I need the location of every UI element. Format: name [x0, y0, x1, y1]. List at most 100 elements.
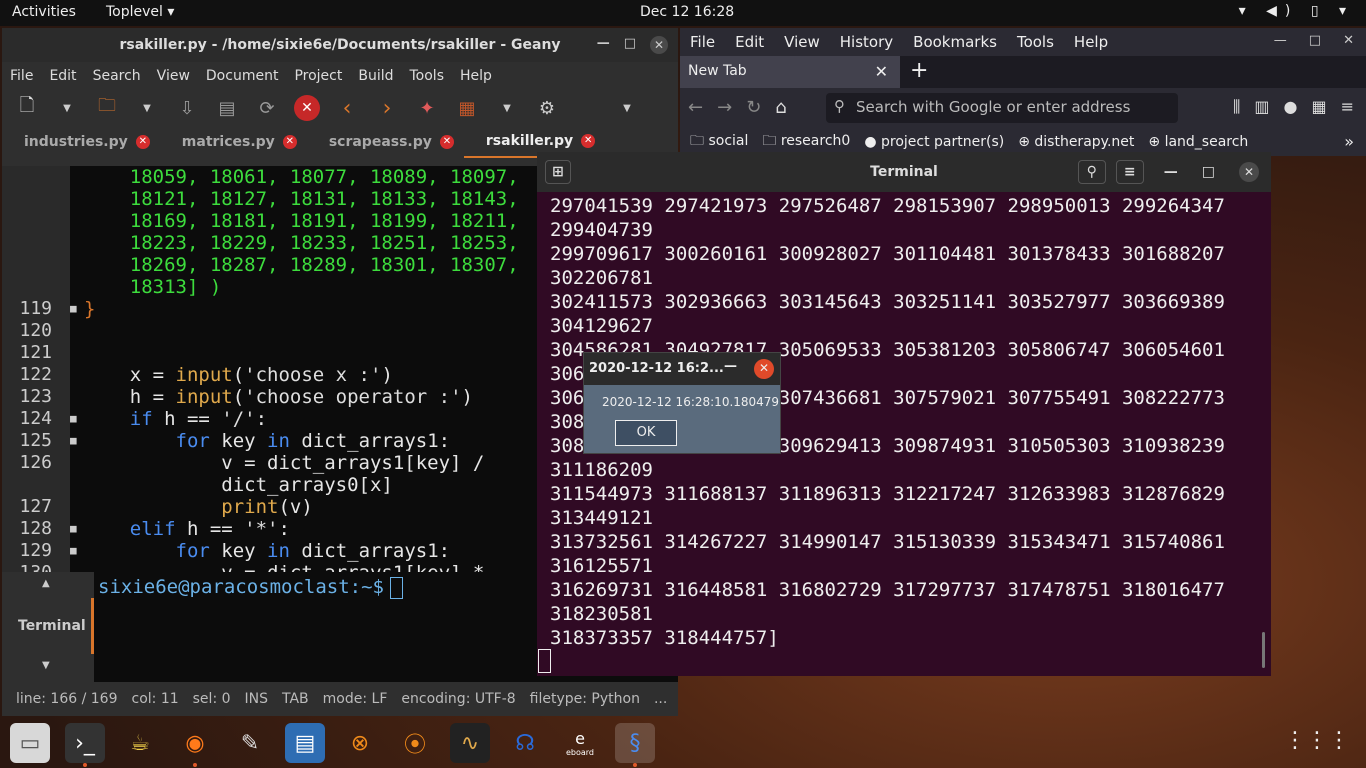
scroll-up-icon[interactable]: ▲	[42, 578, 50, 589]
bookmark-social[interactable]: 🗀 social	[690, 130, 748, 154]
eboard-icon[interactable]: e eboard	[560, 723, 600, 763]
activities-button[interactable]: Activities	[12, 4, 76, 20]
fold-marker-icon[interactable]: ■	[70, 518, 77, 540]
files-icon[interactable]: ▭	[10, 723, 50, 763]
chevron-down-icon[interactable]: ▼	[134, 95, 160, 121]
menu-help[interactable]: Help	[460, 68, 492, 84]
chevron-down-icon[interactable]: ▼	[54, 95, 80, 121]
close-file-icon[interactable]: ✕	[294, 95, 320, 121]
python-icon[interactable]: §	[615, 723, 655, 767]
minimize-icon[interactable]: —	[1274, 33, 1287, 48]
x-app-icon[interactable]: ⊗	[340, 723, 380, 763]
reload-icon[interactable]: ⟳	[254, 95, 280, 121]
terminal-icon[interactable]: ›_	[65, 723, 105, 767]
tab-industries[interactable]: industries.py ✕	[2, 126, 160, 158]
close-tab-icon[interactable]: ✕	[875, 62, 888, 81]
chevron-down-icon[interactable]: ▼	[494, 95, 520, 121]
open-file-icon[interactable]: 🗀	[94, 95, 120, 121]
fold-marker-icon[interactable]: ■	[70, 298, 77, 320]
maximize-icon[interactable]: □	[624, 36, 636, 54]
headphones-icon[interactable]: ☊	[505, 723, 545, 763]
ok-button[interactable]: OK	[615, 420, 677, 446]
save-all-icon[interactable]: ▤	[214, 95, 240, 121]
new-tab-icon[interactable]: +	[910, 58, 928, 83]
close-tab-icon[interactable]: ✕	[439, 135, 454, 149]
bookmark-distherapy[interactable]: ⊕ distherapy.net	[1018, 134, 1134, 150]
menu-tools[interactable]: Tools	[410, 68, 445, 84]
library-icon[interactable]: ⫼	[1233, 97, 1240, 117]
build-icon[interactable]: ▦	[454, 95, 480, 121]
close-icon[interactable]: ✕	[1239, 162, 1259, 182]
execute-icon[interactable]: ⚙	[534, 95, 560, 121]
wifi-app-icon[interactable]: ⦿	[395, 723, 435, 763]
close-tab-icon[interactable]: ✕	[581, 134, 596, 148]
python-idle-icon[interactable]: ☕	[120, 723, 160, 763]
system-monitor-icon[interactable]: ∿	[450, 723, 490, 763]
tab-scrapeass[interactable]: scrapeass.py ✕	[307, 126, 464, 158]
tab-matrices[interactable]: matrices.py ✕	[160, 126, 307, 158]
minimize-icon[interactable]: —	[597, 36, 610, 54]
account-icon[interactable]: ●	[1284, 97, 1298, 117]
maximize-icon[interactable]: □	[1309, 33, 1321, 48]
close-icon[interactable]: ✕	[1343, 33, 1354, 48]
sidebar-icon[interactable]: ▥	[1254, 97, 1269, 117]
address-bar[interactable]: ⚲ Search with Google or enter address	[826, 93, 1178, 123]
menu-file[interactable]: File	[10, 68, 33, 84]
forward-icon[interactable]: →	[717, 97, 732, 118]
menu-edit[interactable]: Edit	[49, 68, 76, 84]
code-token: '*'	[244, 518, 279, 540]
extensions-icon[interactable]: ▦	[1311, 97, 1326, 117]
menu-search[interactable]: Search	[93, 68, 141, 84]
code-text: 18223, 18229, 18233, 18251, 18253,	[84, 232, 519, 254]
back-icon[interactable]: ←	[688, 97, 703, 118]
hamburger-menu-icon[interactable]: ≡	[1341, 97, 1354, 117]
menu-view[interactable]: View	[784, 33, 820, 51]
scroll-down-icon[interactable]: ▼	[42, 660, 50, 671]
menu-bookmarks[interactable]: Bookmarks	[913, 33, 997, 51]
browser-tab[interactable]: New Tab ✕	[680, 56, 900, 88]
search-icon[interactable]: ⚲	[1077, 160, 1106, 184]
menu-tools[interactable]: Tools	[1017, 33, 1054, 51]
fold-marker-icon[interactable]: ■	[70, 408, 77, 430]
close-icon[interactable]: ✕	[754, 359, 774, 379]
inkscape-icon[interactable]: ✎	[230, 723, 270, 763]
forward-icon[interactable]: ›	[374, 95, 400, 121]
bookmark-project-partners[interactable]: ● project partner(s)	[864, 134, 1004, 150]
new-file-icon[interactable]: 🗋	[14, 95, 40, 121]
menu-project[interactable]: Project	[294, 68, 342, 84]
compile-icon[interactable]: ✦	[414, 95, 440, 121]
minimize-icon[interactable]: —	[1164, 164, 1178, 180]
clock[interactable]: Dec 12 16:28	[640, 4, 734, 20]
app-menu[interactable]: Toplevel ▾	[106, 4, 174, 20]
save-icon[interactable]: ⇩	[174, 95, 200, 121]
close-icon[interactable]: ✕	[650, 36, 668, 54]
maximize-icon[interactable]: □	[1202, 164, 1215, 180]
menu-view[interactable]: View	[157, 68, 190, 84]
menu-file[interactable]: File	[690, 33, 715, 51]
firefox-icon[interactable]: ◉	[175, 723, 215, 767]
back-icon[interactable]: ‹	[334, 95, 360, 121]
menu-document[interactable]: Document	[206, 68, 279, 84]
reload-icon[interactable]: ↻	[746, 97, 761, 118]
home-icon[interactable]: ⌂	[775, 97, 786, 118]
hamburger-menu-icon[interactable]: ≡	[1115, 160, 1144, 184]
show-applications-icon[interactable]: ⋮⋮⋮	[1284, 728, 1350, 753]
close-tab-icon[interactable]: ✕	[135, 135, 150, 149]
system-tray[interactable]: ▾ ◀) ▯ ▾	[1239, 3, 1354, 19]
fold-marker-icon[interactable]: ■	[70, 430, 77, 452]
fold-marker-icon[interactable]: ■	[70, 540, 77, 562]
menu-history[interactable]: History	[840, 33, 893, 51]
scrollbar[interactable]	[1262, 632, 1265, 668]
terminal-prompt[interactable]: sixie6e@paracosmoclast:~$	[98, 576, 403, 599]
close-tab-icon[interactable]: ✕	[282, 135, 297, 149]
menu-edit[interactable]: Edit	[735, 33, 764, 51]
chevron-down-icon[interactable]: ▼	[614, 95, 640, 121]
document-viewer-icon[interactable]: ▤	[285, 723, 325, 763]
bookmark-land-search[interactable]: ⊕ land_search	[1148, 134, 1248, 150]
bookmark-research0[interactable]: 🗀 research0	[762, 130, 850, 154]
minimize-icon[interactable]: —	[724, 359, 737, 374]
menu-help[interactable]: Help	[1074, 33, 1108, 51]
tab-terminal[interactable]: Terminal	[18, 618, 86, 634]
more-bookmarks-icon[interactable]: »	[1344, 132, 1354, 151]
menu-build[interactable]: Build	[358, 68, 393, 84]
